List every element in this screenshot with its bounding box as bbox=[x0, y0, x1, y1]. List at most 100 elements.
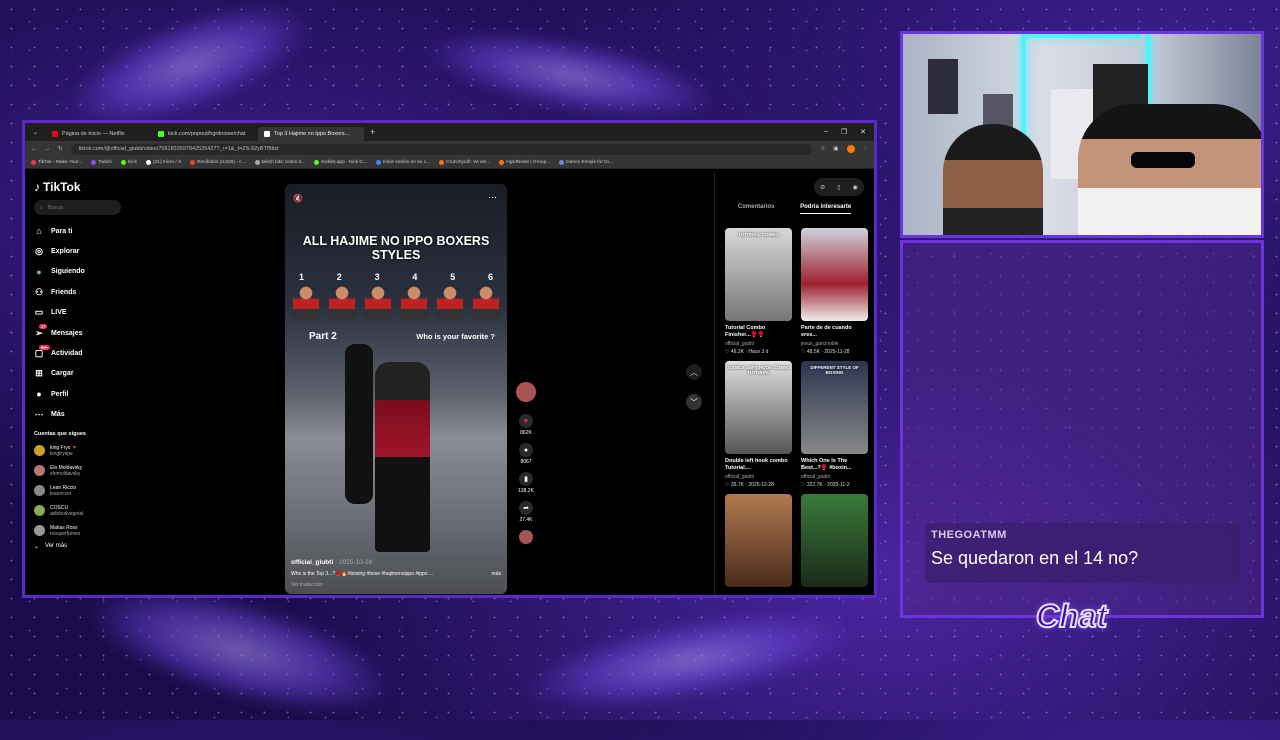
bookmark-item[interactable]: Recibidos (3,628) - c... bbox=[190, 160, 246, 165]
nav-explorar[interactable]: ◎ Explorar bbox=[34, 241, 121, 261]
followed-account[interactable]: Elo Moldavsky elomoldavsky bbox=[34, 461, 121, 481]
followed-account[interactable]: COSCU adictoalvegetal bbox=[34, 501, 121, 521]
netflix-icon bbox=[52, 131, 59, 137]
suggested-video[interactable]: DIFFERENT STYLE OF BOXING Which One Is Th… bbox=[801, 361, 868, 488]
home-icon: ⌂ bbox=[36, 226, 42, 237]
nav-mas[interactable]: ⋯ Más bbox=[34, 405, 121, 425]
bookmark-item[interactable]: TikTok - Make Your... bbox=[31, 160, 82, 165]
tiktok-page: ♪ TikTok ⌕ Buscar ⌂ Para ti ◎ Explorar ● Sigu… bbox=[25, 172, 874, 595]
suggested-video[interactable] bbox=[725, 494, 792, 587]
more-link[interactable]: más bbox=[492, 571, 501, 577]
bookmark-item[interactable]: Twitch bbox=[91, 160, 112, 165]
nav-mensajes[interactable]: ➢ 27 Mensajes bbox=[34, 323, 121, 343]
followed-account[interactable]: king Frys 🔻 kingfryspe bbox=[34, 441, 121, 461]
bookmark-icon: ▮ bbox=[524, 476, 528, 483]
video-actions: ♥ 862K ● 8067 ▮ 128.2K ➦ 27.4K bbox=[515, 382, 537, 546]
video-date: · 2025-10-16 bbox=[335, 559, 373, 566]
video-options-icon[interactable]: ⋯ bbox=[488, 192, 497, 203]
back-icon[interactable]: ← bbox=[31, 146, 37, 152]
tab-tiktok[interactable]: Top 3 Hajime no Ippo Boxers... bbox=[258, 127, 365, 141]
followed-account[interactable]: Matias Ross rossperfumes bbox=[34, 521, 121, 541]
tab-search-icon[interactable]: ⌄ bbox=[25, 129, 46, 136]
live-icon: ▭ bbox=[34, 307, 44, 318]
nav-perfil[interactable]: ● Perfil bbox=[34, 384, 121, 404]
tab-bar: ⌄ Página de inicio — Netflix kick.com/po… bbox=[25, 123, 874, 141]
forward-icon[interactable]: → bbox=[45, 146, 51, 152]
minimize-icon[interactable]: – bbox=[824, 128, 828, 136]
suggested-video[interactable]: TUTORIAL COMBO Tutorial Combo Finisher...… bbox=[725, 228, 792, 355]
following-icon: ● bbox=[36, 266, 42, 277]
nav-live[interactable]: ▭ LIVE bbox=[34, 303, 121, 323]
menu-icon[interactable]: ⋮ bbox=[863, 146, 869, 152]
user-avatar[interactable]: ◉ bbox=[853, 184, 858, 191]
share-icon: ➦ bbox=[523, 505, 529, 512]
reload-icon[interactable]: ↻ bbox=[58, 146, 63, 152]
video-player[interactable]: 🔇 ⋯ ALL HAJIME NO IPPO BOXERS STYLES 123… bbox=[285, 184, 507, 594]
boxer-person bbox=[375, 362, 430, 552]
see-more-button[interactable]: ⌄ Ver más bbox=[34, 543, 121, 550]
tab-kick[interactable]: kick.com/popout/hgrdnoise/chat bbox=[152, 127, 258, 141]
chat-message-text: Se quedaron en el 14 no? bbox=[931, 548, 1139, 568]
close-icon[interactable]: ✕ bbox=[860, 128, 866, 136]
sunglasses bbox=[1131, 152, 1195, 168]
right-tabs: Comentarios Podría interesarte bbox=[725, 204, 864, 214]
streamer-right bbox=[1078, 104, 1261, 235]
streamer-left bbox=[943, 124, 1043, 235]
nav-para-ti[interactable]: ⌂ Para ti bbox=[34, 221, 121, 241]
compass-icon: ◎ bbox=[35, 246, 43, 257]
bookmarks-bar: TikTok - Make Your... Twitch Kick (21) I… bbox=[25, 157, 874, 169]
device-icon[interactable]: ▯ bbox=[837, 184, 840, 191]
video-part-label: Part 2 bbox=[309, 331, 337, 342]
suggested-video[interactable]: Parte de de cuando eres... jesus_garcinob… bbox=[801, 228, 868, 355]
url-input[interactable]: tiktok.com/@official_giubti/video/756183… bbox=[70, 143, 813, 155]
bookmark-item[interactable]: Kick bbox=[120, 160, 137, 165]
share-button[interactable]: ➦ bbox=[519, 501, 533, 515]
bookmark-item[interactable]: Kicklet.app - Kick C... bbox=[314, 160, 367, 165]
comment-button[interactable]: ● bbox=[519, 443, 533, 457]
nav-friends[interactable]: ⚇ Friends bbox=[34, 282, 121, 302]
bookmark-item[interactable]: (21) Inicio / X bbox=[146, 160, 181, 165]
tab-comentarios[interactable]: Comentarios bbox=[738, 204, 775, 214]
chevron-down-icon: ⌄ bbox=[34, 543, 40, 550]
next-video-button[interactable]: ﹀ bbox=[686, 394, 702, 410]
suggested-video[interactable] bbox=[801, 494, 868, 587]
avatar bbox=[34, 525, 45, 537]
profile-icon: ● bbox=[36, 389, 42, 400]
led-strip bbox=[1023, 34, 1141, 38]
bookmark-item[interactable]: HgrdNoise | Group... bbox=[499, 160, 550, 165]
creator-avatar[interactable] bbox=[516, 382, 536, 402]
tiktok-sidebar: ♪ TikTok ⌕ Buscar ⌂ Para ti ◎ Explorar ● Sigu… bbox=[25, 172, 130, 595]
bookmark-star-icon[interactable]: ☆ bbox=[820, 146, 825, 152]
bookmark-item[interactable]: Inicie sesión en su c... bbox=[375, 160, 430, 165]
video-username[interactable]: official_giubti bbox=[291, 559, 333, 566]
save-button[interactable]: ▮ bbox=[519, 472, 533, 486]
nav-cargar[interactable]: ⊞ Cargar bbox=[34, 364, 121, 384]
chevron-up-icon: ︿ bbox=[690, 367, 698, 377]
more-icon: ⋯ bbox=[34, 409, 44, 420]
tab-podria-interesarte[interactable]: Podría interesarte bbox=[800, 204, 852, 214]
bookmark-item[interactable]: Dance Emojis for Di... bbox=[559, 160, 613, 165]
tiktok-logo[interactable]: ♪ TikTok bbox=[34, 180, 121, 194]
punching-bag bbox=[345, 344, 373, 504]
maximize-icon[interactable]: ❐ bbox=[841, 128, 847, 136]
mute-toggle-icon[interactable]: ⊘ bbox=[820, 184, 825, 191]
like-button[interactable]: ♥ bbox=[519, 414, 533, 428]
right-panel: ⊘ ▯ ◉ Comentarios Podría interesarte TUTOR… bbox=[714, 172, 874, 595]
tab-netflix[interactable]: Página de inicio — Netflix bbox=[46, 127, 152, 141]
bookmark-item[interactable]: Crunchyroll: Ve ani... bbox=[439, 160, 490, 165]
chat-username: THEGOATMM bbox=[931, 529, 1007, 541]
previous-video-button[interactable]: ︿ bbox=[686, 364, 702, 380]
profile-avatar[interactable] bbox=[846, 145, 855, 153]
search-icon: ⌕ bbox=[40, 204, 43, 211]
search-input[interactable]: ⌕ Buscar bbox=[34, 200, 121, 215]
translate-link[interactable]: Ver traducción bbox=[291, 582, 501, 588]
extensions-icon[interactable]: ▣ bbox=[833, 146, 838, 152]
nav-actividad[interactable]: ▢ 99+ Actividad bbox=[34, 343, 121, 363]
followed-account[interactable]: Lean Riccio leanriccio bbox=[34, 481, 121, 501]
mute-icon[interactable]: 🔇 bbox=[293, 194, 303, 203]
nav-siguiendo[interactable]: ● Siguiendo bbox=[34, 262, 121, 282]
bookmark-item[interactable]: twitch bits: botón d... bbox=[254, 160, 305, 165]
suggested-video[interactable]: DOUBLE LEFT HOOK COMBO TUTORIAL Double le… bbox=[725, 361, 792, 488]
new-tab-button[interactable]: + bbox=[364, 127, 375, 137]
sound-disc[interactable] bbox=[519, 530, 533, 544]
